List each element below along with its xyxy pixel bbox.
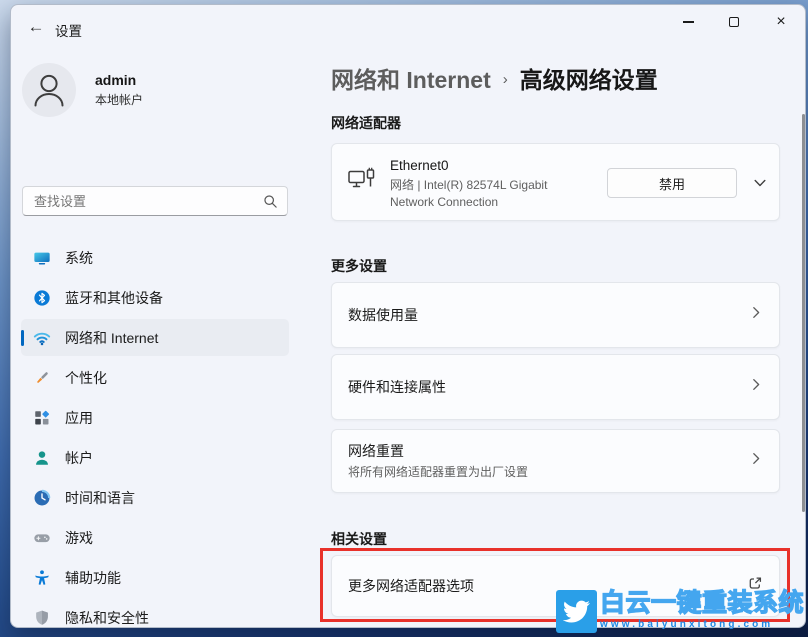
sidebar-item-label: 蓝牙和其他设备 [65,289,163,306]
breadcrumb-parent[interactable]: 网络和 Internet [331,61,491,95]
sidebar-item-personalization[interactable]: 个性化 [21,359,289,396]
chevron-right-icon [749,378,763,397]
sidebar-item-label: 网络和 Internet [65,329,159,346]
sidebar-item-network[interactable]: 网络和 Internet [21,319,289,356]
chevron-down-icon[interactable] [752,175,768,196]
row-label: 网络重置 [348,443,404,459]
sidebar-item-bluetooth[interactable]: 蓝牙和其他设备 [21,279,289,316]
adapter-card: Ethernet0 网络 | Intel(R) 82574L Gigabit N… [331,143,780,221]
sidebar-item-label: 系统 [65,249,93,266]
adapter-description: 网络 | Intel(R) 82574L Gigabit Network Con… [390,178,548,209]
sidebar-item-label: 应用 [65,409,93,426]
row-sublabel: 将所有网络适配器重置为出厂设置 [348,465,529,479]
selected-accent-bar [21,329,24,346]
bluetooth-icon [33,289,51,307]
user-account-type: 本地帐户 [95,93,144,107]
gamepad-icon [33,529,51,547]
avatar[interactable] [22,63,76,117]
settings-window: ← 设置 × admin 本地帐户 系统 蓝牙和其他设备 [10,4,806,628]
section-heading-more: 更多设置 [331,258,387,274]
sidebar-item-privacy[interactable]: 隐私和安全性 [21,599,289,627]
chevron-right-icon [749,306,763,325]
sidebar-item-apps[interactable]: 应用 [21,399,289,436]
back-icon: ← [27,17,45,36]
user-name: admin [95,72,137,88]
sidebar-nav: 系统 蓝牙和其他设备 网络和 Internet 个性化 应用 帐户 时间和语言 … [21,239,289,627]
disable-button[interactable]: 禁用 [607,168,737,198]
sidebar-item-label: 游戏 [65,529,93,546]
sidebar-item-gaming[interactable]: 游戏 [21,519,289,556]
search-input[interactable] [23,187,287,215]
watermark-url: www.baiyunxitong.com [600,619,774,630]
sidebar-item-time-language[interactable]: 时间和语言 [21,479,289,516]
ethernet-icon [347,166,377,197]
search-box [22,186,288,216]
row-label: 更多网络适配器选项 [348,578,474,594]
page-title: 高级网络设置 [519,67,658,93]
hardware-properties-row[interactable]: 硬件和连接属性 [331,354,780,420]
brush-icon [33,369,51,387]
person-icon [34,74,64,107]
back-button[interactable]: ← [23,15,49,39]
apps-icon [33,409,51,427]
network-reset-row[interactable]: 网络重置 将所有网络适配器重置为出厂设置 [331,429,780,493]
sidebar-item-system[interactable]: 系统 [21,239,289,276]
accessibility-icon [33,569,51,587]
sidebar: admin 本地帐户 系统 蓝牙和其他设备 网络和 Internet [11,51,321,627]
row-label: 数据使用量 [348,307,418,323]
twitter-bird-icon [556,590,597,633]
adapter-name: Ethernet0 [390,158,449,173]
watermark: 白云一键重装系统 www.baiyunxitong.com [556,589,805,633]
scrollbar[interactable] [802,114,805,512]
sidebar-item-label: 个性化 [65,369,107,386]
chevron-right-icon [749,452,763,471]
sidebar-item-label: 隐私和安全性 [65,609,149,626]
clock-icon [33,489,51,507]
row-label: 硬件和连接属性 [348,379,446,395]
search-icon [263,194,278,214]
sidebar-item-label: 帐户 [65,449,93,466]
system-icon [33,249,51,267]
wifi-icon [33,329,51,347]
sidebar-item-label: 时间和语言 [65,489,135,506]
section-heading-related: 相关设置 [331,531,387,547]
watermark-brand: 白云一键重装系统 [599,589,805,617]
window-title: 设置 [55,24,82,39]
sidebar-item-label: 辅助功能 [65,569,121,586]
chevron-separator-icon: › [502,70,508,88]
watermark-text: 白云一键重装系统 www.baiyunxitong.com [599,589,805,633]
account-icon [33,449,51,467]
sidebar-item-accessibility[interactable]: 辅助功能 [21,559,289,596]
sidebar-item-accounts[interactable]: 帐户 [21,439,289,476]
main-content: 网络和 Internet › 高级网络设置 网络适配器 Ethernet0 网络… [331,5,780,627]
shield-icon [33,609,51,627]
section-heading-adapters: 网络适配器 [331,115,401,131]
data-usage-row[interactable]: 数据使用量 [331,282,780,348]
breadcrumb: 网络和 Internet › 高级网络设置 [331,61,658,95]
